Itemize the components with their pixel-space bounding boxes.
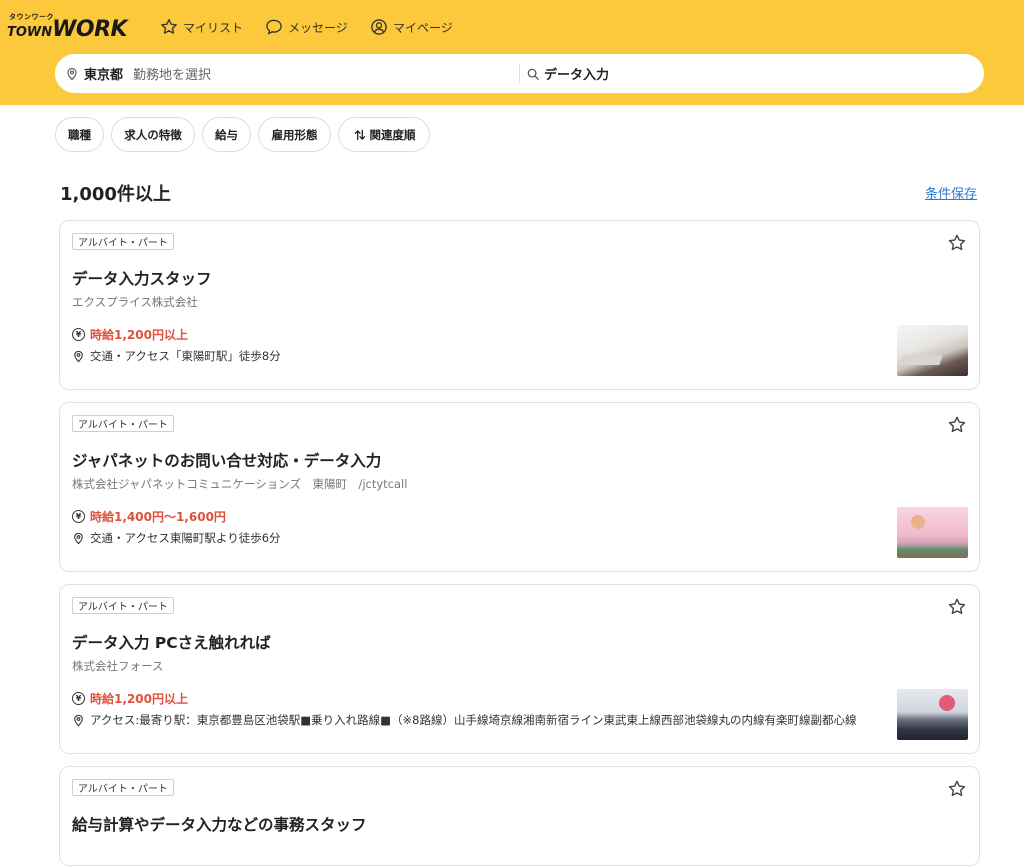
employment-type-badge: アルバイト・パート [72,415,174,432]
star-outline-icon [161,19,177,34]
job-title[interactable]: データ入力スタッフ [72,267,212,289]
employment-type-badge: アルバイト・パート [72,597,174,614]
job-card[interactable]: アルバイト・パート データ入力 PCさえ触れれば 株式会社フォース ¥ 時給1,… [59,584,980,754]
yen-circle-icon: ¥ [72,510,85,523]
sort-relevance-button[interactable]: 関連度順 [338,117,430,152]
map-pin-icon [74,350,83,362]
nav-message[interactable]: メッセージ [264,15,348,39]
nav-message-label: メッセージ [288,20,348,35]
favorite-star-icon[interactable] [947,415,967,435]
search-bar: 東京都 勤務地を選択 データ入力 [55,54,984,93]
nav-mypage-label: マイページ [393,20,453,35]
job-thumbnail [897,507,968,558]
yen-circle-icon: ¥ [72,692,85,705]
townwork-logo[interactable]: タウンワーク TOWNWORK [7,12,132,42]
nav-mypage[interactable]: マイページ [369,15,453,39]
search-divider [519,64,520,83]
wage-info: ¥ 時給1,200円以上 [72,326,188,343]
employment-type-badge: アルバイト・パート [72,233,174,250]
sort-arrows-icon [354,129,365,140]
keyword-input[interactable]: データ入力 [524,54,979,93]
save-conditions-link[interactable]: 条件保存 [925,183,977,202]
wage-info: ¥ 時給1,200円以上 [72,690,188,707]
keyword-value: データ入力 [544,68,610,83]
filter-employment-type[interactable]: 雇用形態 [258,117,331,152]
access-text: 交通・アクセス東陽町駅より徒歩6分 [90,531,281,545]
job-title[interactable]: データ入力 PCさえ触れれば [72,631,271,653]
access-text: アクセス:最寄り駅：東京都豊島区池袋駅■乗り入れ路線■（※8路線）山手線埼京線湘… [90,713,857,727]
yen-circle-icon: ¥ [72,328,85,341]
wage-text: 時給1,400円〜1,600円 [90,510,226,524]
map-pin-icon [74,532,83,544]
sort-label: 関連度順 [369,127,416,142]
work-location-placeholder: 勤務地を選択 [133,68,212,83]
result-count: 1,000件以上 [60,184,171,205]
filter-chips: 職種 求人の特徴 給与 雇用形態 関連度順 [0,117,1024,153]
favorite-star-icon[interactable] [947,597,967,617]
job-thumbnail [897,689,968,740]
location-select[interactable]: 東京都 勤務地を選択 [55,54,520,93]
favorite-star-icon[interactable] [947,233,967,253]
filter-features[interactable]: 求人の特徴 [111,117,195,152]
speech-bubble-icon [266,19,282,35]
job-card[interactable]: アルバイト・パート データ入力スタッフ エクスプライス株式会社 ¥ 時給1,20… [59,220,980,390]
logo-wordmark: TOWNWORK [7,17,128,42]
nav-mylist[interactable]: マイリスト [159,15,243,39]
search-icon [527,68,539,80]
access-text: 交通・アクセス「東陽町駅」徒歩8分 [90,349,281,363]
job-card[interactable]: アルバイト・パート 給与計算やデータ入力などの事務スタッフ [59,766,980,866]
map-pin-icon [67,67,77,80]
job-card[interactable]: アルバイト・パート ジャパネットのお問い合せ対応・データ入力 株式会社ジャパネッ… [59,402,980,572]
wage-text: 時給1,200円以上 [90,328,188,342]
job-title[interactable]: 給与計算やデータ入力などの事務スタッフ [72,813,367,835]
map-pin-icon [74,714,83,726]
selected-prefecture: 東京都 [84,68,124,83]
favorite-star-icon[interactable] [947,779,967,799]
company-name: 株式会社ジャパネットコミュニケーションズ 東陽町 /jctytcall [72,477,408,491]
job-thumbnail [897,325,968,376]
employment-type-badge: アルバイト・パート [72,779,174,796]
nav-mylist-label: マイリスト [183,20,244,35]
user-circle-icon [371,19,387,35]
company-name: エクスプライス株式会社 [72,295,198,309]
wage-text: 時給1,200円以上 [90,692,188,706]
job-title[interactable]: ジャパネットのお問い合せ対応・データ入力 [72,449,381,471]
access-info: 交通・アクセス東陽町駅より徒歩6分 [72,530,281,546]
access-info: アクセス:最寄り駅：東京都豊島区池袋駅■乗り入れ路線■（※8路線）山手線埼京線湘… [72,712,856,728]
filter-salary[interactable]: 給与 [202,117,251,152]
access-info: 交通・アクセス「東陽町駅」徒歩8分 [72,348,281,364]
wage-info: ¥ 時給1,400円〜1,600円 [72,508,226,525]
filter-job-type[interactable]: 職種 [55,117,104,152]
company-name: 株式会社フォース [72,659,164,673]
site-header: タウンワーク TOWNWORK マイリスト メッセージ マイページ 東京都 勤務… [0,0,1024,105]
